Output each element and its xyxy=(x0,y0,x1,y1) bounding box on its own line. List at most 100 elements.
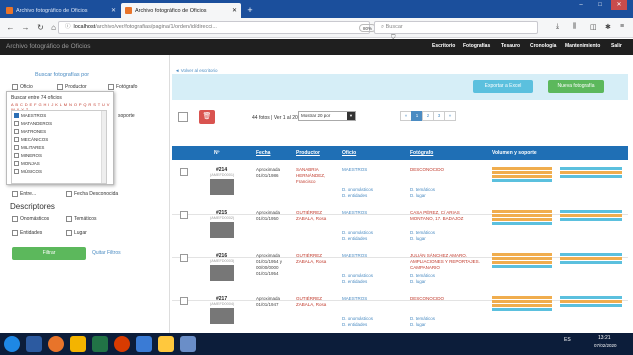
menu-escritorio[interactable]: Escritorio xyxy=(432,43,455,49)
photographer-descriptors[interactable]: D. temáticos D. lugar xyxy=(410,316,435,328)
browser-tab-2[interactable]: Archivo fotográfico de Oficios ✕ xyxy=(121,3,241,18)
extension-icon[interactable]: ✱ xyxy=(605,23,611,31)
col-num[interactable]: Nº xyxy=(214,150,219,156)
row-checkbox[interactable] xyxy=(180,297,188,305)
checkbox[interactable] xyxy=(14,168,19,174)
check-fecha-desconocida[interactable]: Fecha Desconocida xyxy=(66,191,118,197)
reload-icon[interactable]: ↻ xyxy=(35,22,46,33)
export-excel-button[interactable]: Exportar a Excel xyxy=(473,80,533,93)
photo-thumbnail[interactable] xyxy=(210,308,234,324)
check-tematicos[interactable]: Temáticos xyxy=(66,216,97,222)
download-icon[interactable]: ⤓ xyxy=(556,23,559,31)
menu-cronologia[interactable]: Cronología xyxy=(530,43,556,49)
menu-mantenimiento[interactable]: Mantenimiento xyxy=(565,43,600,49)
oficio-option[interactable]: MILITARES xyxy=(12,143,106,151)
window-close-icon[interactable]: ✕ xyxy=(611,0,627,10)
checkbox[interactable] xyxy=(108,84,114,90)
photo-thumbnail[interactable] xyxy=(210,222,234,238)
clock-date[interactable]: 07/02/2020 xyxy=(594,343,617,348)
checkbox[interactable] xyxy=(66,216,72,222)
producer-link[interactable]: GUTIÉRREZ ZABALA, Rosa xyxy=(296,296,326,308)
scrollbar[interactable] xyxy=(101,111,106,183)
new-photo-button[interactable]: Nueva fotografía xyxy=(548,80,604,93)
oficio-link[interactable]: MAESTROS xyxy=(342,296,367,301)
minimize-icon[interactable]: – xyxy=(573,0,589,10)
photographer-link[interactable]: DESCONOCIDO xyxy=(410,296,444,302)
col-fotografo[interactable]: Fotógrafo xyxy=(410,150,433,156)
hamburger-menu-icon[interactable]: ≡ xyxy=(620,23,624,30)
oficio-link[interactable]: MAESTROS xyxy=(342,210,367,215)
check-entidades[interactable]: Entidades xyxy=(12,230,42,236)
checkbox[interactable] xyxy=(66,230,72,236)
app-title[interactable]: Archivo fotográfico de Oficios xyxy=(6,43,91,50)
photo-thumbnail[interactable] xyxy=(210,265,234,281)
photographer-descriptors[interactable]: D. temáticos D. lugar xyxy=(410,230,435,242)
photo-thumbnail[interactable] xyxy=(210,179,234,195)
checkbox[interactable] xyxy=(14,120,19,126)
oficio-descriptors[interactable]: D. onomásticos D. entidades xyxy=(342,187,373,199)
oficio-option[interactable]: MINEROS xyxy=(12,151,106,159)
folder-icon[interactable] xyxy=(158,336,174,352)
maximize-icon[interactable]: □ xyxy=(592,0,608,10)
explorer-icon[interactable] xyxy=(70,336,86,352)
oficio-descriptors[interactable]: D. onomásticos D. entidades xyxy=(342,316,373,328)
oficio-link[interactable]: MAESTROS xyxy=(342,167,367,172)
photographer-link[interactable]: JULIÁN SÁNCHEZ AMARO. AMPLIACIONES Y REPO… xyxy=(410,253,480,271)
oficio-option[interactable]: MÚSICOS xyxy=(12,167,106,175)
per-page-select[interactable]: Mostrar 20 por ▼ xyxy=(298,111,356,121)
oficio-dropdown[interactable]: Buscar entre 74 oficios A B C D E F G H … xyxy=(6,91,114,185)
tab-close-icon[interactable]: ✕ xyxy=(111,7,116,14)
check-productor[interactable]: Productor xyxy=(57,84,87,90)
url-bar[interactable]: ⓘ localhost/archivo/ver/fotografias/pagin… xyxy=(58,21,397,52)
row-checkbox[interactable] xyxy=(180,168,188,176)
chevron-down-icon[interactable]: ▼ xyxy=(347,112,355,120)
checkbox[interactable] xyxy=(14,136,19,142)
checkbox[interactable] xyxy=(14,152,19,158)
checkbox[interactable] xyxy=(14,112,19,118)
producer-link[interactable]: SANABRIA HERNÁNDEZ, Francisco xyxy=(296,167,325,185)
checkbox[interactable] xyxy=(14,144,19,150)
browser-search-input[interactable]: ⌕ Buscar xyxy=(374,21,538,34)
taskview-icon[interactable] xyxy=(26,336,42,352)
producer-link[interactable]: GUTIÉRREZ ZABALA, Rosa xyxy=(296,253,326,265)
checkbox[interactable] xyxy=(14,160,19,166)
start-icon[interactable] xyxy=(4,336,20,352)
firefox-icon[interactable] xyxy=(48,336,64,352)
check-onomasticos[interactable]: Onomásticos xyxy=(12,216,49,222)
photographer-descriptors[interactable]: D. temáticos D. lugar xyxy=(410,273,435,285)
oficio-option[interactable]: MAESTROS xyxy=(12,111,106,119)
check-lugar[interactable]: Lugar xyxy=(66,230,87,236)
check-fotografo[interactable]: Fotógrafo xyxy=(108,84,137,90)
check-oficio[interactable]: Oficio xyxy=(12,84,33,90)
checkbox[interactable] xyxy=(14,128,19,134)
photos-icon[interactable] xyxy=(136,336,152,352)
col-fecha[interactable]: Fecha xyxy=(256,150,270,156)
checkbox[interactable] xyxy=(12,216,18,222)
tab-close-icon[interactable]: ✕ xyxy=(232,7,237,14)
back-to-desktop-link[interactable]: ◄ Volver al escritorio xyxy=(175,68,217,73)
menu-fotografias[interactable]: Fotografías xyxy=(463,43,490,49)
checkbox[interactable] xyxy=(57,84,63,90)
back-arrow-icon[interactable]: ← xyxy=(5,22,16,33)
checkbox[interactable] xyxy=(66,191,72,197)
oficio-descriptors[interactable]: D. onomásticos D. entidades xyxy=(342,230,373,242)
info-icon[interactable]: ⓘ xyxy=(65,24,71,30)
producer-link[interactable]: GUTIÉRREZ ZABALA, Rosa xyxy=(296,210,326,222)
oficio-option[interactable]: MATRONES xyxy=(12,127,106,135)
oficio-option[interactable]: MONJAS xyxy=(12,159,106,167)
delete-button[interactable]: 🗑 xyxy=(199,110,215,124)
forward-arrow-icon[interactable]: → xyxy=(20,22,31,33)
library-icon[interactable]: ⫼ xyxy=(573,23,576,31)
page-next[interactable]: » xyxy=(444,111,456,121)
browser-tab-1[interactable]: Archivo fotográfico de Oficios ✕ xyxy=(2,3,120,18)
menu-salir[interactable]: Salir xyxy=(611,43,622,49)
checkbox[interactable] xyxy=(12,230,18,236)
oficio-option[interactable]: MATANDEROS xyxy=(12,119,106,127)
sidebar-icon[interactable]: ◫ xyxy=(590,23,597,31)
new-tab-icon[interactable]: + xyxy=(245,4,255,16)
select-all-checkbox[interactable] xyxy=(178,112,188,122)
clock-time[interactable]: 13:21 xyxy=(598,335,611,341)
checkbox[interactable] xyxy=(12,84,18,90)
clear-filters-link[interactable]: Quitar Filtros xyxy=(92,250,121,256)
menu-tesauro[interactable]: Tesauro xyxy=(501,43,520,49)
